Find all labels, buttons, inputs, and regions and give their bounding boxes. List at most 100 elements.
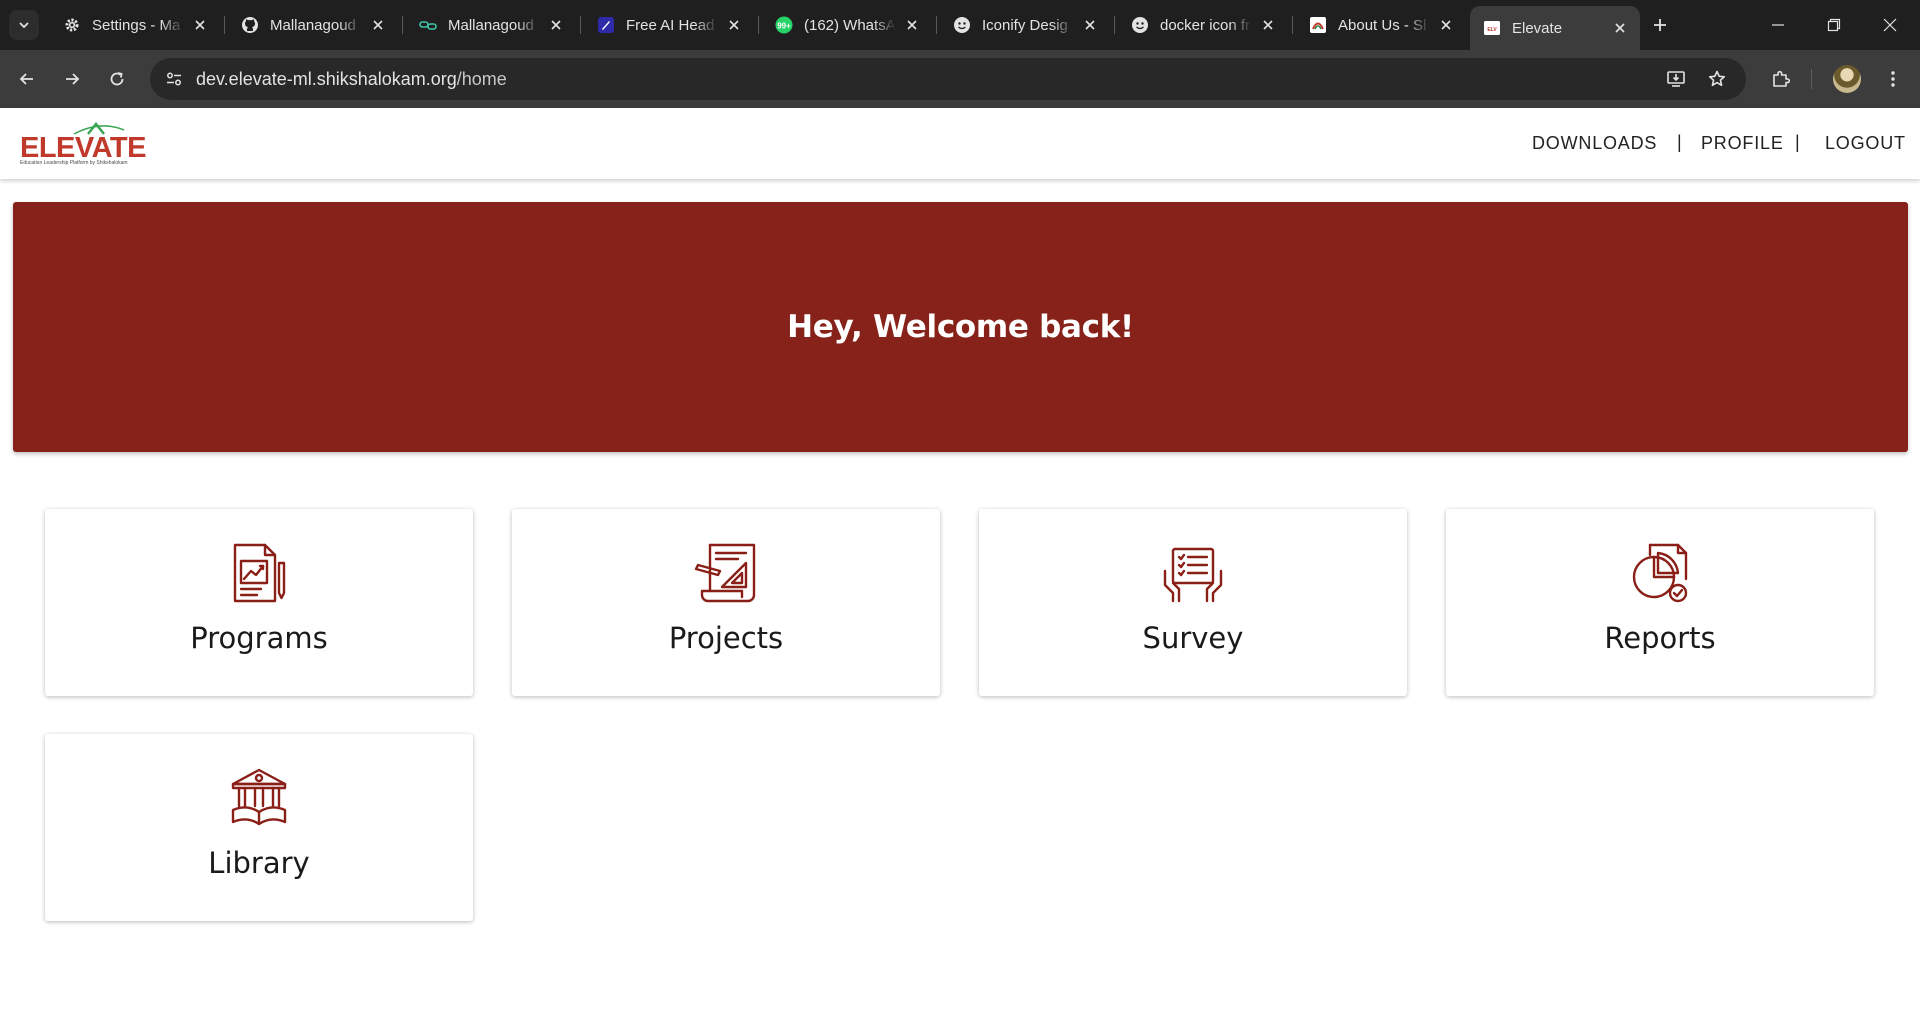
chevron-down-icon <box>19 22 29 29</box>
survey-label: Survey <box>1142 621 1244 655</box>
browser-tab[interactable]: Free AI Head <box>584 6 754 44</box>
url-text[interactable]: dev.elevate-ml.shikshalokam.org/home <box>196 69 507 90</box>
tab-title: Iconify Desig <box>982 16 1068 34</box>
forward-button[interactable] <box>56 63 88 95</box>
reload-icon <box>110 72 124 86</box>
logo-tagline: Education Leadership Platform by Shiksha… <box>20 160 128 166</box>
svg-text:99+: 99+ <box>777 22 791 31</box>
close-icon <box>1883 18 1897 32</box>
app-header: ELEVATE Education Leadership Platform by… <box>0 108 1920 179</box>
close-window-button[interactable] <box>1862 0 1918 50</box>
reload-button[interactable] <box>101 63 133 95</box>
close-icon[interactable] <box>902 15 922 35</box>
address-bar[interactable]: dev.elevate-ml.shikshalokam.org/home <box>150 58 1746 100</box>
puzzle-icon <box>1773 70 1791 87</box>
iconify-icon <box>1130 15 1150 35</box>
browser-menu-button[interactable] <box>1877 63 1909 95</box>
tab-separator <box>402 16 403 34</box>
close-icon[interactable] <box>1080 15 1100 35</box>
svg-text:ELV: ELV <box>1487 27 1497 33</box>
tab-title: Mallanagoud <box>448 16 534 34</box>
library-card[interactable]: Library <box>45 734 473 921</box>
tab-title: docker icon fr <box>1160 16 1251 34</box>
more-vertical-icon <box>1891 71 1895 87</box>
reports-label: Reports <box>1604 621 1716 655</box>
arrow-right-icon <box>66 73 80 85</box>
close-icon[interactable] <box>190 15 210 35</box>
install-app-button[interactable] <box>1660 63 1692 95</box>
nav-separator: | <box>1795 132 1800 152</box>
site-info-button[interactable] <box>158 63 190 95</box>
plus-icon <box>1654 19 1666 31</box>
tab-title: Mallanagoud <box>270 16 356 34</box>
reports-card[interactable]: Reports <box>1446 509 1874 696</box>
close-icon[interactable] <box>546 15 566 35</box>
bookmark-button[interactable] <box>1701 63 1733 95</box>
tab-title: (162) WhatsA <box>804 16 896 34</box>
reports-icon <box>1632 543 1688 603</box>
tab-title: About Us - Sl <box>1338 16 1427 34</box>
tab-separator <box>1292 16 1293 34</box>
close-icon[interactable] <box>724 15 744 35</box>
profile-link[interactable]: PROFILE <box>1701 133 1784 154</box>
browser-tab-active[interactable]: ELV Elevate <box>1470 6 1640 50</box>
projects-card[interactable]: Projects <box>512 509 940 696</box>
github-icon <box>240 15 260 35</box>
library-icon <box>231 768 287 826</box>
survey-icon <box>1163 547 1223 603</box>
close-icon[interactable] <box>368 15 388 35</box>
close-icon[interactable] <box>1436 15 1456 35</box>
browser-tab[interactable]: docker icon fr <box>1118 6 1288 44</box>
gear-icon <box>62 15 82 35</box>
downloads-link[interactable]: DOWNLOADS <box>1532 133 1657 154</box>
close-icon[interactable] <box>1610 18 1630 38</box>
browser-tab-strip: Settings - Ma Mallanagoud Mallanagoud Fr… <box>0 0 1920 50</box>
new-tab-button[interactable] <box>1647 12 1673 38</box>
tab-title: Settings - Ma <box>92 16 181 34</box>
browser-toolbar: dev.elevate-ml.shikshalokam.org/home <box>0 50 1920 108</box>
tab-title: Elevate <box>1512 19 1563 37</box>
elevate-logo[interactable]: ELEVATE Education Leadership Platform by… <box>20 122 146 168</box>
tab-separator <box>224 16 225 34</box>
extensions-button[interactable] <box>1765 63 1797 95</box>
toolbar-separator <box>1811 69 1812 89</box>
restore-icon <box>1827 18 1841 32</box>
restore-button[interactable] <box>1806 0 1862 50</box>
shikshalokam-icon <box>1308 15 1328 35</box>
minimize-button[interactable] <box>1750 0 1806 50</box>
logout-link[interactable]: LOGOUT <box>1825 133 1906 154</box>
close-icon[interactable] <box>1258 15 1278 35</box>
minimize-icon <box>1772 24 1784 26</box>
programs-label: Programs <box>190 621 328 655</box>
welcome-heading: Hey, Welcome back! <box>787 309 1134 345</box>
browser-tab[interactable]: About Us - Sl <box>1296 6 1466 44</box>
url-host: dev.elevate-ml.shikshalokam.org <box>196 69 457 89</box>
browser-tab[interactable]: Mallanagoud <box>228 6 398 44</box>
survey-card[interactable]: Survey <box>979 509 1407 696</box>
nav-separator: | <box>1677 132 1682 152</box>
elevate-icon: ELV <box>1482 18 1502 38</box>
programs-icon <box>233 543 286 603</box>
tab-separator <box>1114 16 1115 34</box>
url-path: /home <box>456 69 507 89</box>
back-button[interactable] <box>11 63 43 95</box>
arrow-left-icon <box>19 73 33 85</box>
browser-tab[interactable]: 99+ (162) WhatsA <box>762 6 932 44</box>
install-icon <box>1667 71 1685 87</box>
ai-headshot-icon <box>596 15 616 35</box>
link-icon <box>418 15 438 35</box>
star-icon <box>1708 70 1726 87</box>
tune-icon <box>167 72 181 86</box>
browser-tab[interactable]: Settings - Ma <box>50 6 220 44</box>
profile-avatar[interactable] <box>1833 65 1861 93</box>
tab-search-button[interactable] <box>9 10 39 40</box>
programs-card[interactable]: Programs <box>45 509 473 696</box>
library-label: Library <box>208 846 310 880</box>
welcome-banner: Hey, Welcome back! <box>13 202 1908 452</box>
browser-tab[interactable]: Mallanagoud <box>406 6 576 44</box>
projects-label: Projects <box>668 621 784 655</box>
tab-title: Free AI Head <box>626 16 715 34</box>
browser-tab[interactable]: Iconify Desig <box>940 6 1110 44</box>
tab-separator <box>758 16 759 34</box>
iconify-icon <box>952 15 972 35</box>
